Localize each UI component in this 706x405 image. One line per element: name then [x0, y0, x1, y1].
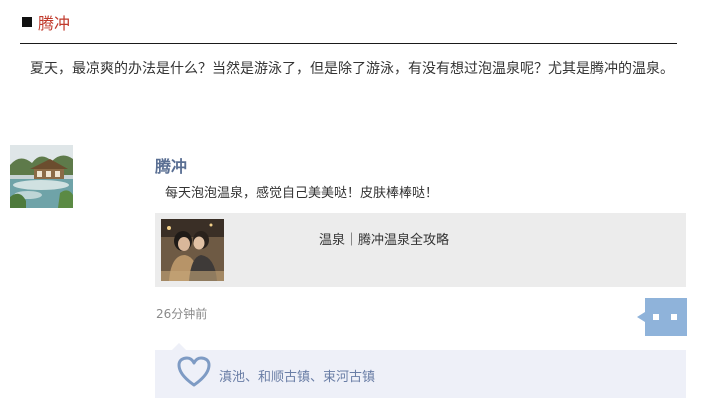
link-title: 温泉｜腾冲温泉全攻略	[319, 233, 450, 248]
section-title: 腾冲	[38, 14, 71, 33]
intro-paragraph: 夏天，最凉爽的办法是什么？当然是游泳了，但是除了游泳，有没有想过泡温泉呢？尤其是…	[30, 61, 674, 77]
comment-button[interactable]	[637, 298, 687, 336]
post-username[interactable]: 腾冲	[155, 153, 187, 177]
divider	[20, 43, 677, 44]
square-icon	[22, 17, 32, 27]
link-thumbnail-image	[161, 219, 224, 281]
avatar-image	[10, 145, 73, 208]
likes-bar: 滇池、和顺古镇、束河古镇	[155, 343, 686, 398]
avatar[interactable]	[10, 145, 73, 208]
heart-icon[interactable]	[177, 356, 211, 388]
likes-notch	[172, 343, 186, 350]
comment-bubble-icon	[637, 298, 687, 336]
link-thumbnail	[161, 219, 224, 281]
post-text: 每天泡泡温泉，感觉自己美美哒！皮肤棒棒哒！	[165, 186, 439, 201]
section-header: 腾冲	[22, 10, 70, 34]
post-timestamp: 26分钟前	[156, 307, 208, 321]
likes-text[interactable]: 滇池、和顺古镇、束河古镇	[219, 366, 375, 385]
shared-link-card[interactable]: 温泉｜腾冲温泉全攻略	[155, 213, 686, 287]
